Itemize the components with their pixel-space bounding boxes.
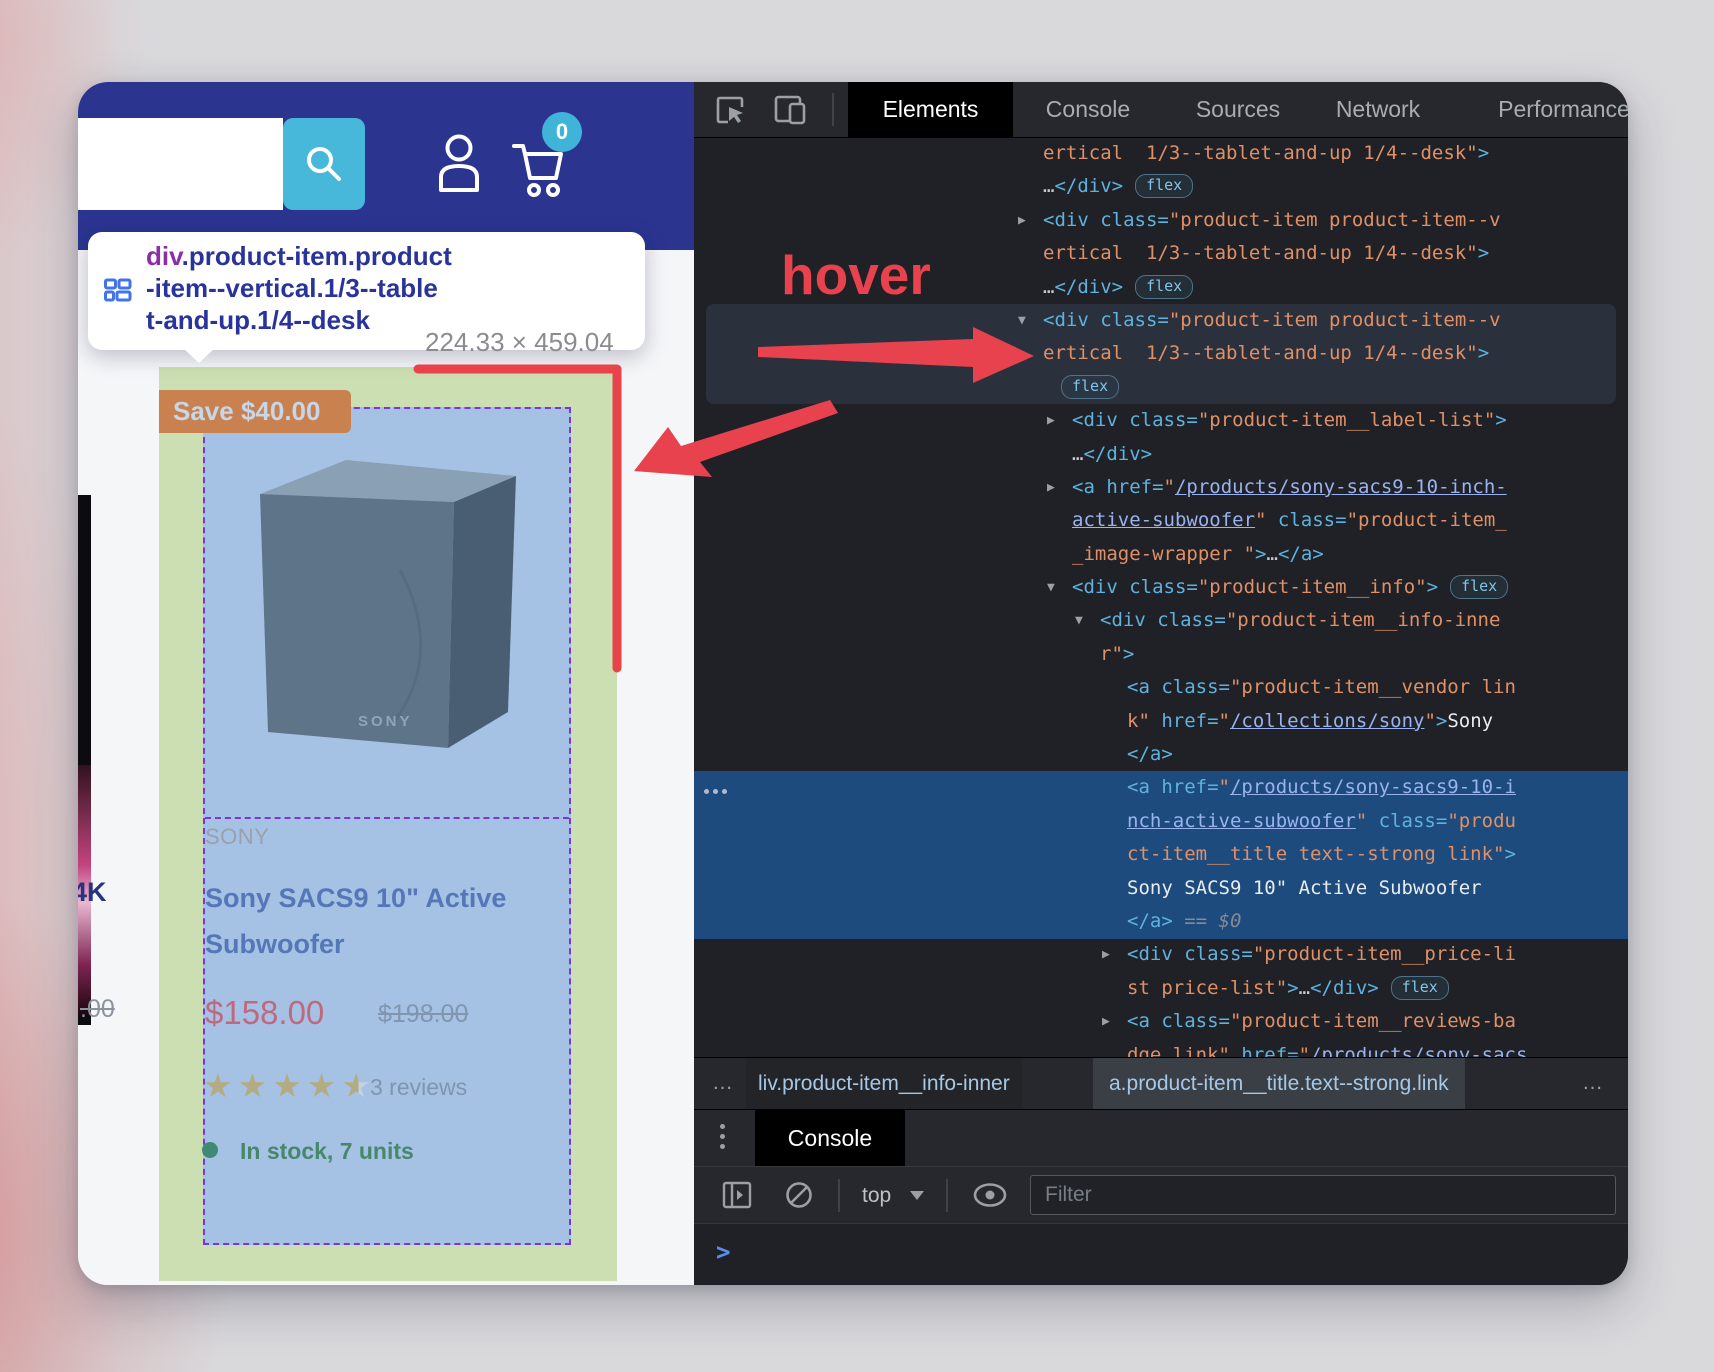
code-row[interactable]: ct-item__title text--strong link"> bbox=[694, 838, 1628, 871]
code-row[interactable]: ▼<div class="product-item product-item--… bbox=[694, 304, 1628, 337]
console-sidebar-icon[interactable] bbox=[722, 1181, 754, 1209]
stock-status: In stock, 7 units bbox=[240, 1138, 414, 1165]
collapsed-arrow-icon[interactable]: ▶ bbox=[1047, 404, 1055, 437]
annotation-hover-label: hover bbox=[781, 243, 931, 307]
product-sale-price: $158.00 bbox=[205, 994, 324, 1032]
product-title[interactable]: Sony SACS9 10" Active Subwoofer bbox=[205, 875, 506, 967]
code-row[interactable]: _image-wrapper ">…</a> bbox=[694, 538, 1628, 571]
code-row[interactable]: st price-list">…</div>flex bbox=[694, 972, 1628, 1005]
code-row[interactable]: ▶<a href="/products/sony-sacs9-10-inch- bbox=[694, 471, 1628, 504]
inspect-overlay-divider bbox=[205, 817, 569, 819]
tab-performance[interactable]: Performance bbox=[1479, 82, 1628, 137]
tooltip-selector: div.product-item.product -item--vertical… bbox=[146, 240, 452, 336]
search-input[interactable] bbox=[78, 118, 283, 210]
code-row[interactable]: <a href="/products/sony-sacs9-10-i bbox=[694, 771, 1628, 804]
collapsed-arrow-icon[interactable]: ▶ bbox=[1047, 471, 1055, 504]
account-icon[interactable] bbox=[438, 133, 480, 193]
breadcrumb: … liv.product-item__info-inner a.product… bbox=[694, 1057, 1628, 1110]
flex-badge[interactable]: flex bbox=[1450, 575, 1508, 599]
star-icon: ★ bbox=[307, 1067, 342, 1104]
chevron-down-icon[interactable] bbox=[910, 1191, 924, 1200]
console-prompt-area[interactable]: > bbox=[694, 1223, 1628, 1285]
stock-indicator-dot bbox=[202, 1142, 218, 1158]
code-row[interactable]: </a> bbox=[694, 738, 1628, 771]
star-icon: ★ bbox=[272, 1067, 307, 1104]
collapsed-arrow-icon[interactable]: ▶ bbox=[1018, 204, 1026, 237]
flex-badge[interactable]: flex bbox=[1135, 174, 1193, 198]
kebab-menu-icon[interactable] bbox=[720, 1124, 725, 1149]
svg-text:SONY: SONY bbox=[358, 713, 413, 730]
device-toolbar-icon[interactable] bbox=[770, 95, 810, 125]
product-compare-price: $198.00 bbox=[378, 1000, 468, 1029]
tab-console-drawer[interactable]: Console bbox=[755, 1110, 905, 1167]
inspector-tooltip: div.product-item.product -item--vertical… bbox=[88, 232, 645, 350]
inspect-element-icon[interactable] bbox=[716, 95, 746, 125]
expanded-arrow-icon[interactable]: ▼ bbox=[1018, 304, 1026, 337]
breadcrumb-overflow-icon-right[interactable]: … bbox=[1582, 1058, 1603, 1108]
toolbar-separator bbox=[946, 1179, 948, 1212]
flex-badge[interactable]: flex bbox=[1061, 375, 1119, 399]
neighbor-product-title[interactable]: 4K bbox=[78, 877, 107, 908]
code-row[interactable]: ▼<div class="product-item__info-inne bbox=[694, 604, 1628, 637]
sale-badge: Save $40.00 bbox=[159, 390, 351, 433]
neighbor-product-price: .00 bbox=[80, 995, 115, 1024]
expanded-arrow-icon[interactable]: ▼ bbox=[1047, 571, 1055, 604]
product-vendor[interactable]: SONY bbox=[205, 824, 269, 850]
code-row[interactable]: …</div> bbox=[694, 438, 1628, 471]
code-row[interactable]: ▶<a class="product-item__reviews-ba bbox=[694, 1005, 1628, 1038]
code-row[interactable]: <a class="product-item__vendor lin bbox=[694, 671, 1628, 704]
code-row[interactable]: dge link" href="/products/sony-sacs bbox=[694, 1039, 1628, 1057]
expanded-arrow-icon[interactable]: ▼ bbox=[1075, 604, 1083, 637]
web-page: 0 div.product-item.product -item--vertic… bbox=[78, 82, 694, 1285]
code-row[interactable]: ertical 1/3--tablet-and-up 1/4--desk"> bbox=[694, 137, 1628, 170]
tab-console[interactable]: Console bbox=[1038, 82, 1138, 137]
flex-badge[interactable]: flex bbox=[1135, 275, 1193, 299]
breadcrumb-overflow-icon[interactable]: … bbox=[712, 1058, 733, 1108]
code-row[interactable]: ertical 1/3--tablet-and-up 1/4--desk"> bbox=[694, 337, 1628, 370]
filter-input[interactable] bbox=[1030, 1175, 1616, 1215]
tab-network[interactable]: Network bbox=[1327, 82, 1429, 137]
toolbar-separator bbox=[838, 1179, 840, 1212]
code-row[interactable]: </a> == $0 bbox=[694, 905, 1628, 938]
code-row[interactable]: flex bbox=[694, 371, 1628, 404]
neighbor-product-image bbox=[78, 495, 91, 1025]
star-icon: ★ bbox=[203, 1067, 238, 1104]
collapsed-arrow-icon[interactable]: ▶ bbox=[1102, 938, 1110, 971]
breadcrumb-item-title-link[interactable]: a.product-item__title.text--strong.link bbox=[1093, 1058, 1465, 1110]
breadcrumb-item-info-inner[interactable]: liv.product-item__info-inner bbox=[746, 1058, 1022, 1110]
tooltip-dimensions: 224.33 × 459.04 bbox=[425, 327, 614, 358]
console-prompt-icon: > bbox=[716, 1238, 730, 1266]
toolbar-separator bbox=[832, 93, 834, 126]
tab-elements[interactable]: Elements bbox=[848, 82, 1013, 137]
eye-icon[interactable] bbox=[972, 1182, 1008, 1208]
code-row[interactable]: k" href="/collections/sony">Sony bbox=[694, 705, 1628, 738]
search-icon bbox=[304, 144, 344, 184]
code-row[interactable]: ▶<div class="product-item__price-li bbox=[694, 938, 1628, 971]
layout-grid-icon bbox=[104, 278, 132, 306]
console-drawer-tabbar: Console bbox=[694, 1109, 1628, 1167]
devtools-tabbar: Elements Console Sources Network Perform… bbox=[694, 82, 1628, 138]
code-row[interactable]: nch-active-subwoofer" class="produ bbox=[694, 805, 1628, 838]
code-row[interactable]: active-subwoofer" class="product-item_ bbox=[694, 504, 1628, 537]
code-row[interactable]: ▶<div class="product-item product-item--… bbox=[694, 204, 1628, 237]
tab-sources[interactable]: Sources bbox=[1188, 82, 1288, 137]
clear-console-icon[interactable] bbox=[784, 1180, 814, 1210]
context-selector[interactable]: top bbox=[862, 1167, 891, 1224]
star-icon: ★ bbox=[238, 1067, 273, 1104]
product-image-subwoofer[interactable]: SONY bbox=[250, 450, 520, 755]
tooltip-selector-tag: div bbox=[146, 241, 182, 271]
code-row[interactable]: ▼<div class="product-item__info">flex bbox=[694, 571, 1628, 604]
code-row[interactable]: ▶<div class="product-item__label-list"> bbox=[694, 404, 1628, 437]
console-toolbar: top bbox=[694, 1166, 1628, 1224]
reviews-count[interactable]: 3 reviews bbox=[370, 1074, 467, 1101]
code-row[interactable]: r"> bbox=[694, 638, 1628, 671]
cart-count-badge: 0 bbox=[542, 112, 582, 152]
code-row[interactable]: …</div>flex bbox=[694, 170, 1628, 203]
code-row[interactable]: Sony SACS9 10" Active Subwoofer bbox=[694, 872, 1628, 905]
collapsed-arrow-icon[interactable]: ▶ bbox=[1102, 1005, 1110, 1038]
search-button[interactable] bbox=[283, 118, 365, 210]
flex-badge[interactable]: flex bbox=[1391, 976, 1449, 1000]
rating-stars: ★★★★★ bbox=[203, 1066, 376, 1105]
